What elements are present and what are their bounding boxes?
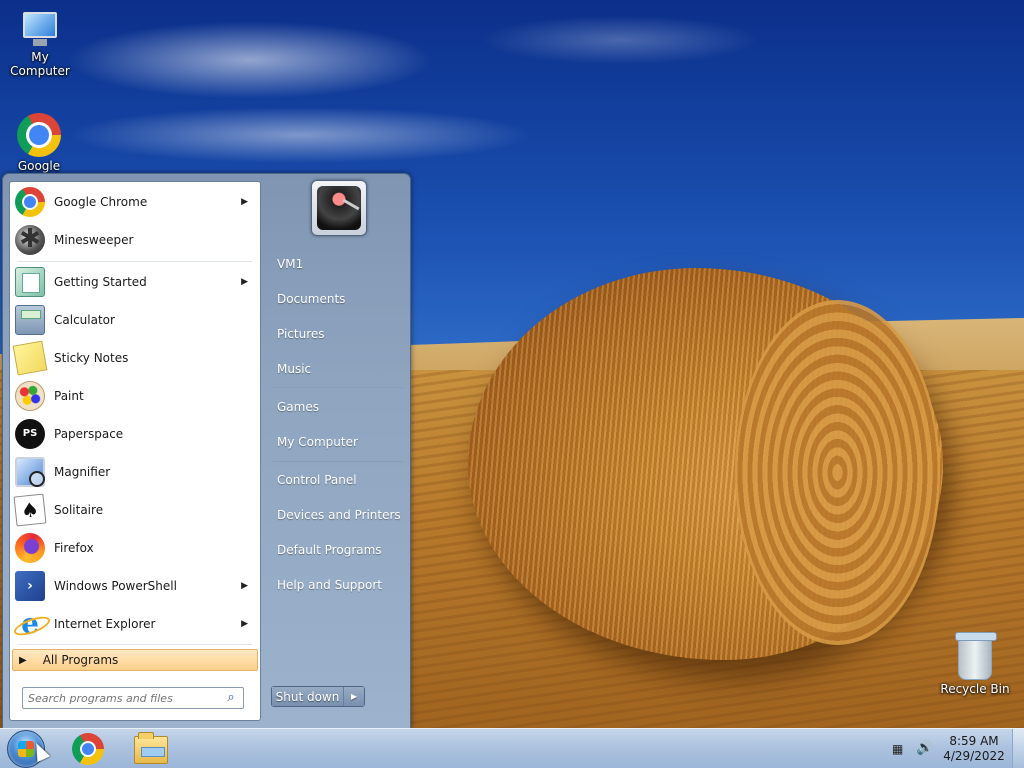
start-menu-programs-pane: Google Chrome ▶ Minesweeper Getting Star… <box>9 181 261 721</box>
taskbar: ▦ 🔊 8:59 AM 4/29/2022 <box>0 728 1024 768</box>
places-item-devices-and-printers[interactable]: Devices and Printers <box>277 508 401 522</box>
program-item-calculator[interactable]: Calculator <box>12 302 258 338</box>
places-divider <box>273 387 403 388</box>
desktop-icon-label: My Computer <box>10 50 70 78</box>
firefox-icon <box>15 533 45 563</box>
desktop-icon-google-chrome[interactable]: Google <box>0 113 79 173</box>
solitaire-icon <box>13 493 47 527</box>
shutdown-button[interactable]: Shut down <box>272 687 344 706</box>
places-item-pictures[interactable]: Pictures <box>277 327 325 341</box>
program-item-paint[interactable]: Paint <box>12 378 258 414</box>
submenu-arrow-icon[interactable]: ▶ <box>241 619 248 629</box>
program-label: Minesweeper <box>54 233 134 247</box>
minesweeper-icon <box>15 224 45 255</box>
recycle-bin-icon <box>955 632 997 680</box>
places-item-help-and-support[interactable]: Help and Support <box>277 578 382 592</box>
volume-icon[interactable]: 🔊 <box>916 740 934 756</box>
user-account-picture[interactable] <box>311 180 367 236</box>
desktop-icon-label: Recycle Bin <box>940 682 1010 696</box>
desktop-icon-my-computer[interactable]: My Computer <box>0 10 80 78</box>
search-icon[interactable]: ⌕ <box>223 690 239 706</box>
program-item-internet-explorer[interactable]: e Internet Explorer ▶ <box>12 606 258 642</box>
program-item-firefox[interactable]: Firefox <box>12 530 258 566</box>
start-menu-places-pane: VM1 Documents Pictures Music Games My Co… <box>265 174 411 730</box>
program-label: Windows PowerShell <box>54 579 177 593</box>
places-item-my-computer[interactable]: My Computer <box>277 435 358 449</box>
chrome-icon <box>17 113 61 157</box>
submenu-arrow-icon[interactable]: ▶ <box>241 277 248 287</box>
all-programs-divider <box>18 644 252 645</box>
submenu-arrow-icon[interactable]: ▶ <box>241 197 248 207</box>
taskbar-chrome-icon[interactable] <box>72 733 104 765</box>
clock-time: 8:59 AM <box>949 734 999 748</box>
clock-date: 4/29/2022 <box>943 749 1005 763</box>
places-item-user-folder[interactable]: VM1 <box>277 257 303 271</box>
places-item-default-programs[interactable]: Default Programs <box>277 543 382 557</box>
computer-icon <box>19 10 61 48</box>
program-item-getting-started[interactable]: Getting Started ▶ <box>12 264 258 300</box>
notification-area: ▦ 🔊 8:59 AM 4/29/2022 <box>884 729 1024 768</box>
expand-arrow-icon: ▶ <box>19 654 27 666</box>
magnifier-icon <box>15 457 45 487</box>
all-programs-button[interactable]: ▶ All Programs <box>12 649 258 671</box>
program-item-paperspace[interactable]: PS Paperspace <box>12 416 258 452</box>
start-menu: Google Chrome ▶ Minesweeper Getting Star… <box>2 173 411 729</box>
shutdown-button-group: Shut down ▶ <box>271 686 365 707</box>
program-list-divider <box>18 261 252 262</box>
network-icon[interactable]: ▦ <box>892 742 906 756</box>
desktop-icon-label: Google <box>17 159 61 173</box>
getting-started-icon <box>15 267 45 297</box>
program-label: Sticky Notes <box>54 351 129 365</box>
system-clock[interactable]: 8:59 AM 4/29/2022 <box>940 734 1008 764</box>
shutdown-options-arrow-icon[interactable]: ▶ <box>344 687 364 706</box>
calculator-icon <box>15 305 45 335</box>
paperspace-icon: PS <box>15 419 45 449</box>
places-divider <box>273 461 403 462</box>
wallpaper-hay-bale-face <box>735 300 940 645</box>
program-label: Getting Started <box>54 275 147 289</box>
chrome-icon <box>15 187 45 217</box>
program-label: Firefox <box>54 541 94 555</box>
program-label: Calculator <box>54 313 115 327</box>
program-label: Google Chrome <box>54 195 148 209</box>
program-label: Paperspace <box>54 427 124 441</box>
taskbar-windows-explorer-icon[interactable] <box>134 732 168 764</box>
places-item-music[interactable]: Music <box>277 362 311 376</box>
places-item-games[interactable]: Games <box>277 400 319 414</box>
powershell-icon: › <box>15 571 45 601</box>
sticky-notes-icon <box>12 340 48 376</box>
all-programs-label: All Programs <box>42 653 119 667</box>
paint-icon <box>15 381 45 411</box>
submenu-arrow-icon[interactable]: ▶ <box>241 581 248 591</box>
program-label: Internet Explorer <box>54 617 156 631</box>
search-programs-box[interactable]: ⌕ <box>22 687 244 709</box>
program-item-sticky-notes[interactable]: Sticky Notes <box>12 340 258 376</box>
internet-explorer-icon: e <box>15 609 45 639</box>
program-item-minesweeper[interactable]: Minesweeper <box>12 222 258 258</box>
program-item-magnifier[interactable]: Magnifier <box>12 454 258 490</box>
places-item-control-panel[interactable]: Control Panel <box>277 473 357 487</box>
program-item-solitaire[interactable]: Solitaire <box>12 492 258 528</box>
search-input[interactable] <box>28 689 223 707</box>
program-label: Solitaire <box>54 503 104 517</box>
places-item-documents[interactable]: Documents <box>277 292 345 306</box>
program-label: Paint <box>54 389 84 403</box>
program-item-windows-powershell[interactable]: › Windows PowerShell ▶ <box>12 568 258 604</box>
desktop-icon-recycle-bin[interactable]: Recycle Bin <box>935 632 1015 696</box>
program-item-google-chrome[interactable]: Google Chrome ▶ <box>12 184 258 220</box>
show-desktop-button[interactable] <box>1012 729 1024 768</box>
program-label: Magnifier <box>54 465 111 479</box>
